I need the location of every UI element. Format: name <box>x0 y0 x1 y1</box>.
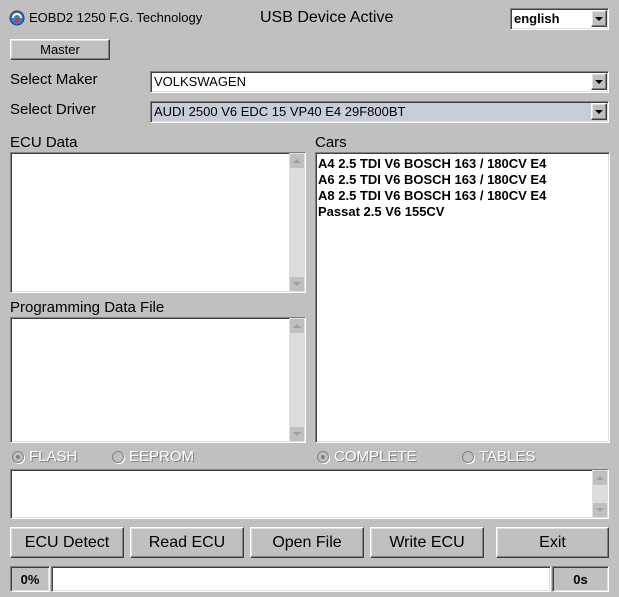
message-textarea[interactable] <box>10 469 609 519</box>
select-driver-label: Select Driver <box>10 101 96 118</box>
list-item[interactable]: Passat 2.5 V6 155CV <box>318 204 609 220</box>
app-title: EOBD2 1250 F.G. Technology <box>29 10 203 25</box>
complete-radio[interactable]: COMPLETE <box>317 448 417 465</box>
maker-select[interactable]: VOLKSWAGEN <box>150 71 609 93</box>
eeprom-radio[interactable]: EEPROM <box>112 448 194 465</box>
flash-radio[interactable]: FLASH <box>12 448 77 465</box>
ecu-data-scrollbar[interactable] <box>289 153 305 292</box>
open-file-button[interactable]: Open File <box>250 527 364 558</box>
list-item[interactable]: A6 2.5 TDI V6 BOSCH 163 / 180CV E4 <box>318 172 609 188</box>
radio-icon <box>12 450 24 463</box>
master-button[interactable]: Master <box>10 39 110 60</box>
usb-status: USB Device Active <box>260 9 394 26</box>
chevron-down-icon[interactable] <box>591 10 607 27</box>
tables-label: TABLES <box>479 448 536 465</box>
write-ecu-button[interactable]: Write ECU <box>370 527 484 558</box>
ecu-detect-button[interactable]: ECU Detect <box>10 527 124 558</box>
scroll-up-icon[interactable] <box>289 318 305 334</box>
flash-label: FLASH <box>29 448 78 465</box>
cars-list[interactable]: A4 2.5 TDI V6 BOSCH 163 / 180CV E4 A6 2.… <box>315 152 610 443</box>
language-select[interactable]: english <box>510 8 609 30</box>
read-ecu-button[interactable]: Read ECU <box>130 527 244 558</box>
scroll-up-icon[interactable] <box>289 153 305 169</box>
maker-value: VOLKSWAGEN <box>154 74 246 89</box>
progress-percent: 0% <box>10 566 50 592</box>
chevron-down-icon[interactable] <box>591 73 607 90</box>
ecu-data-label: ECU Data <box>10 134 78 151</box>
cars-label: Cars <box>315 134 347 151</box>
scroll-down-icon[interactable] <box>289 426 305 442</box>
programming-data-file-label: Programming Data File <box>10 299 165 316</box>
scroll-down-icon[interactable] <box>592 502 608 518</box>
list-item[interactable]: A8 2.5 TDI V6 BOSCH 163 / 180CV E4 <box>318 188 609 204</box>
driver-value: AUDI 2500 V6 EDC 15 VP40 E4 29F800BT <box>154 104 406 119</box>
programming-data-textarea[interactable] <box>10 317 306 443</box>
select-maker-label: Select Maker <box>10 71 98 88</box>
scroll-up-icon[interactable] <box>592 470 608 486</box>
radio-icon <box>462 450 474 463</box>
tables-radio[interactable]: TABLES <box>462 448 535 465</box>
chevron-down-icon[interactable] <box>591 103 607 120</box>
ecu-data-textarea[interactable] <box>10 152 306 293</box>
progress-percent-text: 0% <box>20 571 40 587</box>
driver-select[interactable]: AUDI 2500 V6 EDC 15 VP40 E4 29F800BT <box>150 101 609 123</box>
complete-label: COMPLETE <box>334 448 417 465</box>
progress-bar <box>51 566 551 592</box>
message-scrollbar[interactable] <box>592 470 608 518</box>
list-item[interactable]: A4 2.5 TDI V6 BOSCH 163 / 180CV E4 <box>318 156 609 172</box>
elapsed-time-text: 0s <box>573 571 588 587</box>
app-icon <box>9 10 25 26</box>
eeprom-label: EEPROM <box>129 448 195 465</box>
exit-button[interactable]: Exit <box>496 527 609 558</box>
radio-icon <box>317 450 329 463</box>
elapsed-time: 0s <box>552 566 609 592</box>
language-value: english <box>514 11 560 26</box>
radio-icon <box>112 450 124 463</box>
scroll-down-icon[interactable] <box>289 276 305 292</box>
programming-data-scrollbar[interactable] <box>289 318 305 442</box>
